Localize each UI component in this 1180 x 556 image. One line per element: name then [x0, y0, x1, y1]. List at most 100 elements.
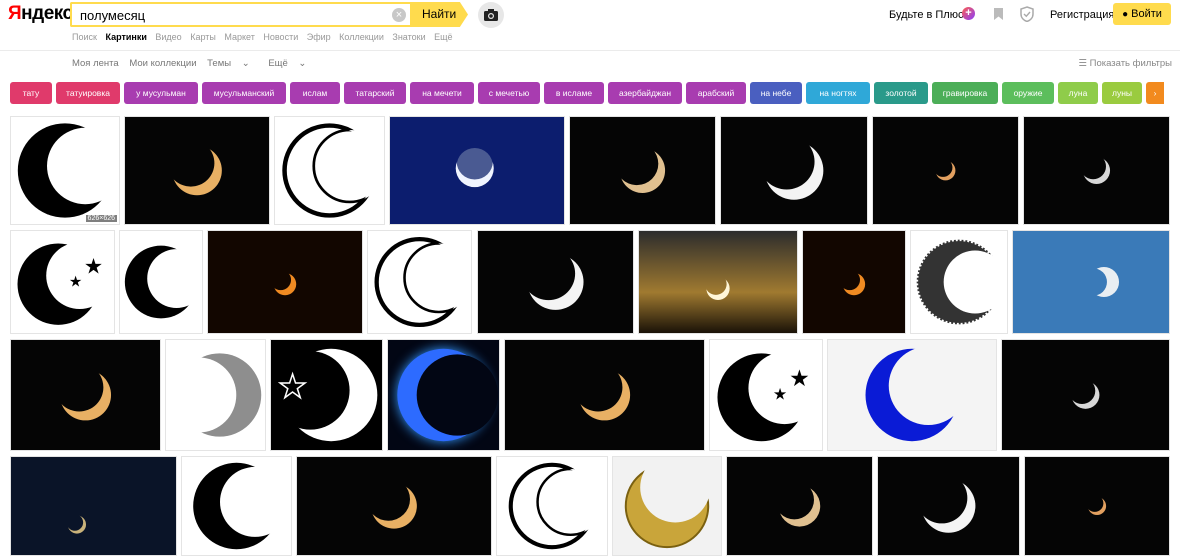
filters-label: Показать фильтры — [1089, 58, 1172, 69]
logo-rest: ндекс — [21, 3, 73, 24]
themes-dropdown[interactable]: Темы ⌄ — [207, 58, 258, 69]
svg-text:★: ★ — [84, 254, 103, 278]
image-thumbnail[interactable] — [274, 116, 385, 225]
nav-item-market[interactable]: Маркет — [224, 32, 254, 42]
my-collections-link[interactable]: Мои коллекции — [129, 58, 196, 69]
shield-icon[interactable] — [1020, 6, 1034, 22]
image-thumbnail[interactable] — [181, 456, 292, 556]
yandex-logo[interactable]: Яндекс — [8, 3, 73, 25]
svg-text:★: ★ — [773, 386, 787, 404]
image-thumbnail[interactable] — [124, 116, 270, 225]
bookmark-icon[interactable] — [993, 7, 1004, 21]
image-thumbnail[interactable] — [1023, 116, 1170, 225]
image-thumbnail[interactable] — [910, 230, 1008, 334]
more-label: Ещё — [268, 58, 288, 69]
nav-item-maps[interactable]: Карты — [190, 32, 216, 42]
image-thumbnail[interactable] — [389, 116, 565, 225]
svg-text:★: ★ — [69, 273, 82, 290]
image-thumbnail[interactable] — [296, 456, 492, 556]
plus-icon: + — [962, 7, 975, 20]
image-thumbnail[interactable] — [10, 456, 177, 556]
tag-chip[interactable]: у мусульман — [124, 82, 198, 104]
camera-icon — [484, 9, 498, 21]
svg-text:★: ★ — [278, 368, 307, 404]
nav-item-images[interactable]: Картинки — [105, 32, 146, 42]
register-link[interactable]: Регистрация — [1050, 9, 1114, 21]
chevron-right-icon[interactable]: › — [1146, 82, 1164, 104]
image-thumbnail[interactable] — [10, 339, 161, 451]
logo-first-letter: Я — [8, 3, 22, 24]
image-thumbnail[interactable] — [827, 339, 997, 451]
chevron-down-icon: ⌄ — [298, 58, 307, 69]
tag-chip[interactable]: татуировка — [56, 82, 120, 104]
svg-text:★: ★ — [789, 365, 810, 391]
tag-chip[interactable]: мусульманский — [202, 82, 286, 104]
chevron-down-icon: ⌄ — [241, 58, 250, 69]
tag-chip[interactable]: арабский — [686, 82, 746, 104]
image-thumbnail[interactable] — [1001, 339, 1170, 451]
image-thumbnail[interactable] — [477, 230, 634, 334]
image-thumbnail[interactable] — [119, 230, 203, 334]
nav-item-collections[interactable]: Коллекции — [339, 32, 384, 42]
clear-icon[interactable]: × — [392, 8, 406, 22]
login-button[interactable]: ● Войти — [1113, 3, 1171, 25]
image-thumbnail[interactable] — [1024, 456, 1170, 556]
my-feed-link[interactable]: Моя лента — [72, 58, 119, 69]
image-thumbnail[interactable] — [367, 230, 472, 334]
image-thumbnail[interactable] — [1012, 230, 1170, 334]
tag-chip[interactable]: ислам — [290, 82, 340, 104]
image-thumbnail[interactable] — [726, 456, 873, 556]
search-button[interactable]: Найти — [410, 2, 468, 27]
login-label: Войти — [1131, 8, 1162, 20]
camera-search-button[interactable] — [478, 2, 504, 28]
tag-chip[interactable]: луны — [1102, 82, 1142, 104]
image-thumbnail[interactable]: ★ ★ — [709, 339, 823, 451]
image-thumbnail[interactable] — [207, 230, 363, 334]
tag-chip[interactable]: на мечети — [410, 82, 474, 104]
image-thumbnail[interactable] — [504, 339, 705, 451]
tag-chip[interactable]: гравировка — [932, 82, 998, 104]
nav-item-news[interactable]: Новости — [263, 32, 298, 42]
tag-row: тату татуировка у мусульман мусульманский ис… — [10, 82, 1180, 104]
themes-label: Темы — [207, 58, 232, 69]
more-dropdown[interactable]: Ещё ⌄ — [268, 58, 314, 69]
image-thumbnail[interactable] — [872, 116, 1019, 225]
image-thumbnail[interactable] — [387, 339, 500, 451]
person-icon: ● — [1122, 9, 1129, 20]
image-thumbnail[interactable]: ★ — [270, 339, 383, 451]
nav-item-search[interactable]: Поиск — [72, 32, 97, 42]
image-thumbnail[interactable]: ★ ★ — [10, 230, 115, 334]
nav-item-efir[interactable]: Эфир — [307, 32, 331, 42]
image-thumbnail[interactable] — [569, 116, 716, 225]
header: Яндекс полумесяц × Найти Будьте в Плюсе … — [0, 0, 1180, 30]
service-nav: Поиск Картинки Видео Карты Маркет Новост… — [72, 32, 459, 42]
tag-chip[interactable]: золотой — [874, 82, 928, 104]
tag-chip[interactable]: луна — [1058, 82, 1098, 104]
image-size-badge: 626×626 — [85, 215, 117, 222]
tag-chip[interactable]: азербайджан — [608, 82, 682, 104]
plus-link[interactable]: Будьте в Плюсе — [889, 9, 970, 21]
tag-chip[interactable]: на небе — [750, 82, 802, 104]
image-thumbnail[interactable] — [720, 116, 868, 225]
image-thumbnail[interactable] — [877, 456, 1020, 556]
header-divider — [0, 50, 1180, 51]
tag-chip[interactable]: оружие — [1002, 82, 1054, 104]
image-thumbnail[interactable] — [612, 456, 722, 556]
image-thumbnail[interactable] — [165, 339, 266, 451]
tag-chip[interactable]: с мечетью — [478, 82, 540, 104]
search-query[interactable]: полумесяц — [80, 8, 145, 23]
search-input[interactable]: полумесяц × — [70, 2, 410, 27]
nav-item-more[interactable]: Ещё — [434, 32, 452, 42]
image-thumbnail[interactable] — [638, 230, 798, 334]
image-thumbnail[interactable]: 626×626 — [10, 116, 120, 225]
nav-item-znatoki[interactable]: Знатоки — [392, 32, 425, 42]
tag-chip[interactable]: татарский — [344, 82, 406, 104]
tag-chip[interactable]: тату — [10, 82, 52, 104]
sub-nav: Моя лента Мои коллекции Темы ⌄ Ещё ⌄ — [72, 58, 322, 69]
tag-chip[interactable]: на ногтях — [806, 82, 870, 104]
image-thumbnail[interactable] — [802, 230, 906, 334]
show-filters-link[interactable]: ☰ Показать фильтры — [1078, 58, 1172, 69]
tag-chip[interactable]: в исламе — [544, 82, 604, 104]
nav-item-video[interactable]: Видео — [155, 32, 181, 42]
image-thumbnail[interactable] — [496, 456, 608, 556]
